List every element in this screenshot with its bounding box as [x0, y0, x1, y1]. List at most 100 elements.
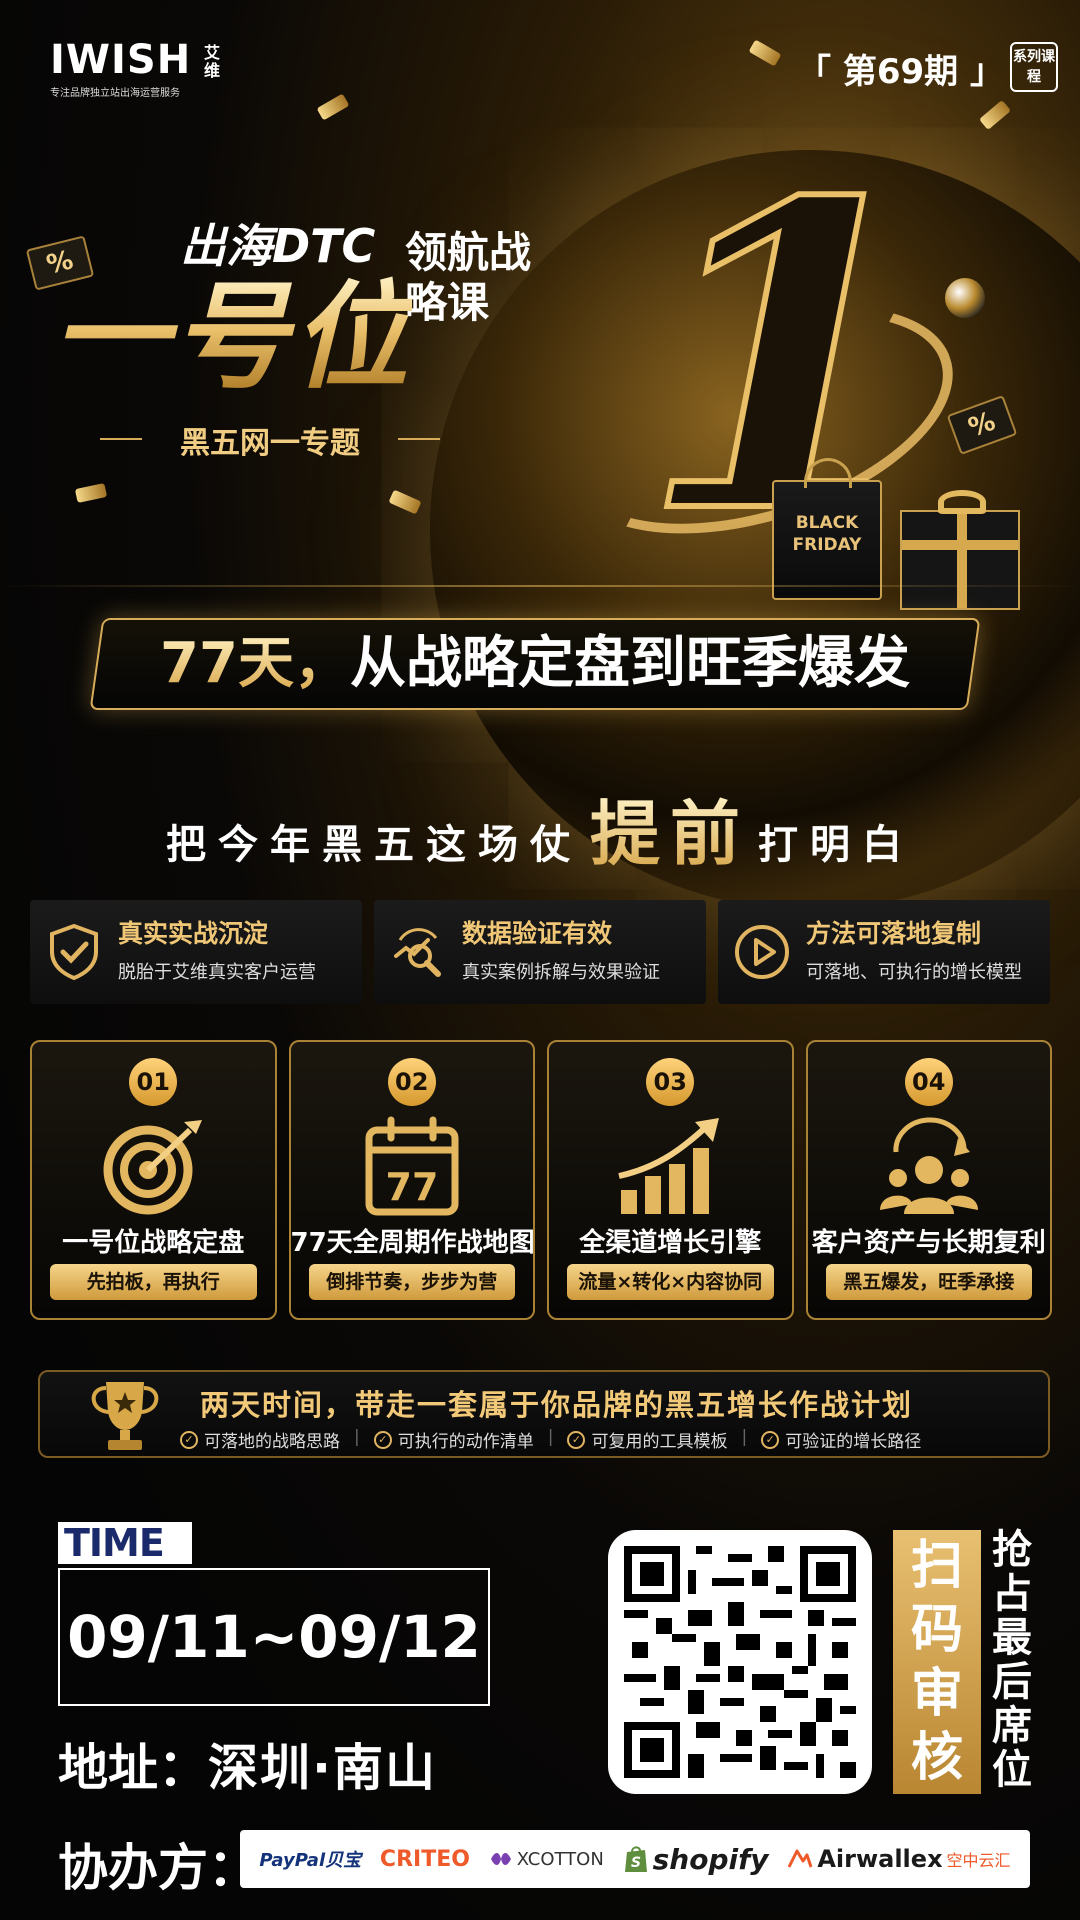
module-title: 客户资产与长期复利 [811, 1228, 1046, 1258]
banner-text: 从战略定盘到旺季爆发 [349, 631, 910, 696]
title-main: 一号位 [52, 269, 412, 405]
sponsor-criteo-logo: CRITEO [379, 1846, 470, 1872]
airwallex-label: Airwallex [817, 1845, 943, 1873]
time-box: 09/11~09/12 [58, 1568, 490, 1706]
headline-banner: 77天，从战略定盘到旺季爆发 [96, 618, 974, 710]
cohost-label: 协办方： [58, 1839, 258, 1897]
module-title: 一号位战略定盘 [62, 1228, 245, 1258]
target-icon [103, 1120, 203, 1215]
sponsor-xcotton-logo: XCOTTON [489, 1849, 604, 1870]
check-icon: ✓ [180, 1430, 198, 1449]
confetti [388, 489, 422, 515]
qr-code[interactable] [608, 1530, 872, 1794]
divider: | [741, 1427, 748, 1447]
feature-item: 方法可落地复制 可落地、可执行的增长模型 [718, 900, 1050, 1004]
gift-box-icon [900, 490, 1020, 610]
black-friday-bag-icon: BLACK FRIDAY [772, 458, 882, 600]
calendar-number: 77 [385, 1165, 438, 1209]
calendar-icon: 77 [365, 1116, 459, 1216]
banner-highlight: 77天， [160, 631, 350, 696]
confetti [316, 93, 350, 121]
grab-seat-text: 抢占最后席位 [992, 1527, 1032, 1793]
module-number: 04 [904, 1058, 953, 1106]
module-title: 77天全周期作战地图 [290, 1228, 535, 1258]
feature-title: 数据验证有效 [462, 919, 613, 948]
slogan-emphasis: 提前 [590, 793, 750, 875]
module-tag: 黑五爆发，旺季承接 [825, 1264, 1032, 1300]
takeaway-item-label: 可验证的增长路径 [785, 1432, 922, 1452]
feature-desc: 可落地、可执行的增长模型 [806, 962, 1022, 983]
takeaway-list: ✓ 可落地的战略思路 | ✓ 可执行的动作清单 | ✓ 可复用的工具模板 | ✓ 可验证… [180, 1427, 921, 1452]
sponsor-shopify-logo: S shopify [623, 1843, 769, 1876]
glow-divider [0, 585, 1080, 587]
airwallex-icon [787, 1849, 813, 1868]
gift-bow [938, 490, 986, 514]
check-icon: ✓ [373, 1430, 392, 1449]
takeaway-item-label: 可复用的工具模板 [591, 1432, 728, 1452]
divider: | [354, 1427, 360, 1447]
takeaway-item: ✓ 可落地的战略思路 [180, 1427, 340, 1452]
check-icon: ✓ [567, 1430, 586, 1449]
module-number: 03 [646, 1058, 695, 1106]
shopify-bag-icon: S [624, 1846, 647, 1872]
module-tag: 流量×转化×内容协同 [567, 1264, 774, 1300]
title-subtitle: 黑五网一专题 [100, 418, 440, 462]
takeaway-item: ✓ 可复用的工具模板 [567, 1427, 727, 1452]
takeaway-item: ✓ 可执行的动作清单 [373, 1427, 534, 1452]
growth-chart-icon [618, 1118, 720, 1214]
divider: | [547, 1427, 554, 1447]
sponsor-airwallex-logo: Airwallex 空中云汇 [787, 1845, 1011, 1873]
feature-item: 真实实战沉淀 脱胎于艾维真实客户运营 [30, 900, 362, 1004]
xcotton-label: XCOTTON [516, 1848, 604, 1870]
scan-to-apply: 扫码审核 [893, 1530, 981, 1794]
feature-desc: 真实案例拆解与效果验证 [462, 962, 660, 983]
scan-text: 扫码审核 [911, 1536, 964, 1788]
module-card: 03 全渠道增长引擎 流量×转化×内容协同 [547, 1040, 794, 1320]
xcotton-icon [490, 1853, 511, 1865]
sponsor-paypal-logo: PayPal贝宝 [259, 1850, 362, 1871]
address-value: 深圳·南山 [208, 1739, 437, 1797]
address-label: 地址： [58, 1739, 208, 1797]
event-dates: 09/11~09/12 [67, 1603, 481, 1671]
slogan: 把今年黑五这场仗 提前 打明白 [0, 778, 1080, 879]
bag-text: BLACK FRIDAY [792, 513, 862, 555]
logo-tagline: 专注品牌独立站出海运营服务 [50, 88, 180, 99]
sponsor-bar: PayPal贝宝 CRITEO XCOTTON S shopify Airwal… [240, 1830, 1030, 1888]
confetti [748, 39, 782, 67]
gold-orb [945, 278, 985, 318]
feature-desc: 脱胎于艾维真实客户运营 [118, 962, 316, 983]
takeaway-item: ✓ 可验证的增长路径 [761, 1427, 921, 1452]
customers-icon [879, 1117, 978, 1214]
course-modules: 01 一号位战略定盘 先拍板，再执行 02 77 77天全周期作战地图 倒排节奏… [30, 1040, 1052, 1320]
module-number: 01 [129, 1058, 178, 1106]
module-tag: 先拍板，再执行 [50, 1264, 257, 1300]
trophy-icon [91, 1382, 159, 1450]
module-card: 02 77 77天全周期作战地图 倒排节奏，步步为营 [288, 1040, 535, 1320]
takeaway-item-label: 可落地的战略思路 [204, 1432, 340, 1452]
title-dtc: 出海DTC [180, 219, 376, 273]
module-tag: 倒排节奏，步步为营 [308, 1264, 515, 1300]
takeaway-item-label: 可执行的动作清单 [397, 1432, 534, 1452]
slogan-part2: 打明白 [758, 822, 914, 868]
play-circle-icon [735, 925, 789, 979]
feature-title: 真实实战沉淀 [118, 919, 269, 948]
shield-check-icon [50, 923, 98, 981]
confetti [74, 483, 108, 503]
check-icon: ✓ [761, 1430, 780, 1449]
logo-wordmark: IWISH [50, 37, 192, 83]
iwish-logo: IWISH 艾维 专注品牌独立站出海运营服务 [50, 37, 230, 99]
takeaway-title: 两天时间，带走一套属于你品牌的黑五增长作战计划 [200, 1388, 914, 1422]
issue-number: 「 第69期 」 [797, 52, 1004, 92]
module-number: 02 [387, 1058, 436, 1106]
qr-code-image[interactable] [624, 1546, 856, 1778]
module-title: 全渠道增长引擎 [579, 1228, 762, 1258]
feature-title: 方法可落地复制 [806, 919, 982, 948]
gift-ribbon [957, 512, 967, 608]
gift-ribbon [902, 540, 1018, 550]
poster: IWISH 艾维 专注品牌独立站出海运营服务 「 第69期 」 系列课程 1 B… [0, 0, 1080, 1920]
feature-item: 数据验证有效 真实案例拆解与效果验证 [374, 900, 706, 1004]
title-lead: 领航战略课 [405, 228, 532, 327]
module-card: 01 一号位战略定盘 先拍板，再执行 [30, 1040, 277, 1320]
time-label: TIME [58, 1522, 192, 1564]
module-card: 04 客户资产与长期复利 黑五爆发，旺季承接 [805, 1040, 1052, 1320]
